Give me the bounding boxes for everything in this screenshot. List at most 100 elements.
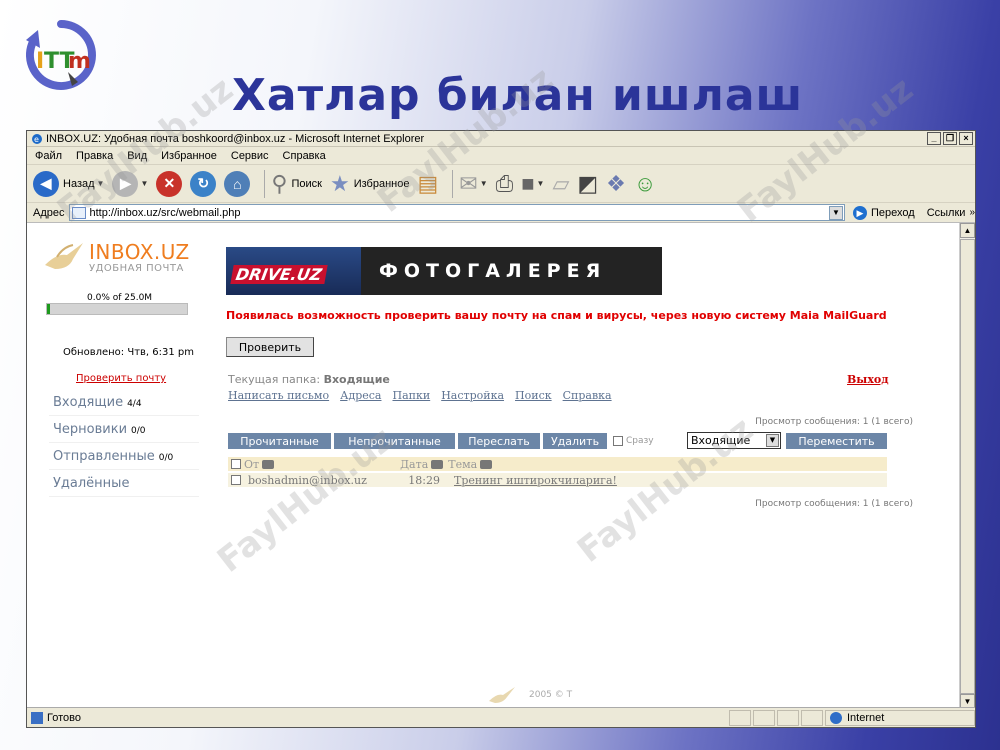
sort-icon[interactable]	[262, 459, 275, 469]
menu-help[interactable]: Справка	[283, 150, 326, 162]
select-dropdown-icon[interactable]: ▼	[766, 434, 779, 447]
close-button[interactable]: ×	[959, 132, 973, 145]
folder-drafts[interactable]: Черновики 0/0	[49, 416, 199, 443]
mark-unread-button[interactable]: Непрочитанные	[334, 433, 455, 449]
column-subject[interactable]: Тема	[448, 458, 477, 471]
menu-edit[interactable]: Правка	[76, 150, 113, 162]
edit-icon[interactable]: ■ ▼	[521, 172, 544, 195]
favorites-button[interactable]: ★ Избранное	[329, 170, 410, 196]
nav-settings[interactable]: Настройка	[441, 389, 504, 402]
research-icon[interactable]: ◩	[577, 172, 598, 195]
quota-bar	[46, 303, 188, 315]
folder-inbox[interactable]: Входящие 4/4	[49, 389, 199, 416]
instant-label: Сразу	[626, 436, 654, 446]
favorites-label: Избранное	[353, 177, 410, 190]
folder-list: Входящие 4/4 Черновики 0/0 Отправленные 0/0…	[49, 389, 199, 497]
last-updated: Обновлено: Чтв, 6:31 pm	[63, 347, 194, 358]
forward-dropdown-icon[interactable]: ▼	[140, 179, 148, 188]
message-subject[interactable]: Тренинг иштирокчиларига!	[454, 474, 617, 487]
logo-tagline: УДОБНАЯ ПОЧТА	[89, 262, 184, 274]
svg-text:I: I	[36, 49, 44, 74]
search-icon: ⚲	[271, 170, 288, 196]
search-label: Поиск	[291, 177, 322, 190]
status-text: Готово	[47, 711, 81, 724]
banner-brand: DRIVE.UZ	[230, 265, 328, 284]
minimize-button[interactable]: _	[927, 132, 941, 145]
search-button[interactable]: ⚲ Поиск	[271, 170, 322, 196]
address-dropdown-icon[interactable]: ▼	[829, 205, 843, 220]
vertical-scrollbar[interactable]: ▲ ▼	[959, 223, 975, 709]
star-icon: ★	[329, 170, 350, 196]
stop-icon[interactable]: ✕	[156, 170, 183, 197]
column-from[interactable]: От	[244, 458, 259, 471]
message-date: 18:29	[408, 473, 440, 487]
nav-search[interactable]: Поиск	[515, 389, 552, 402]
mail-icon[interactable]: ✉ ▼	[459, 172, 487, 195]
ie-icon: e	[32, 133, 42, 144]
nav-compose[interactable]: Написать письмо	[228, 389, 329, 402]
select-all-checkbox[interactable]	[231, 459, 241, 469]
current-folder: Текущая папка: Входящие	[228, 373, 390, 386]
check-button[interactable]: Проверить	[226, 337, 314, 357]
scroll-up-icon[interactable]: ▲	[960, 223, 975, 238]
scroll-thumb[interactable]	[960, 239, 975, 694]
sort-icon[interactable]	[480, 459, 493, 469]
page-status-icon	[31, 711, 43, 724]
banner-car-image: DRIVE.UZ	[226, 247, 361, 295]
spam-notice: Появилась возможность проверить вашу поч…	[226, 309, 887, 322]
folder-count: 4/4	[127, 399, 142, 409]
slide-title: Хатлар билан ишлаш	[232, 70, 804, 121]
refresh-icon[interactable]: ↻	[190, 170, 217, 197]
folder-trash[interactable]: Удалённые	[49, 470, 199, 497]
menu-favorites[interactable]: Избранное	[161, 150, 217, 162]
address-bar: Адрес http://inbox.uz/src/webmail.php ▼ …	[27, 203, 975, 223]
address-url[interactable]: http://inbox.uz/src/webmail.php	[90, 207, 830, 219]
current-folder-label: Текущая папка:	[228, 373, 321, 386]
nav-help[interactable]: Справка	[563, 389, 612, 402]
print-icon[interactable]: ⎙	[496, 172, 514, 195]
instant-checkbox[interactable]	[613, 436, 623, 446]
history-icon[interactable]: ▤	[417, 172, 438, 195]
folder-name: Отправленные	[53, 449, 155, 464]
menu-tools[interactable]: Сервис	[231, 150, 269, 162]
inbox-logo[interactable]: INBOX.UZ УДОБНАЯ ПОЧТА	[43, 237, 211, 277]
nav-folders[interactable]: Папки	[392, 389, 430, 402]
messenger-icon[interactable]: ❖	[606, 172, 626, 195]
toolbar-separator	[452, 169, 454, 198]
discuss-icon[interactable]: ▱	[552, 172, 569, 195]
instant-option[interactable]: Сразу	[613, 436, 654, 446]
check-mail-link[interactable]: Проверить почту	[76, 373, 166, 384]
home-icon[interactable]: ⌂	[224, 170, 251, 197]
message-row[interactable]: boshadmin@inbox.uz 18:29 Тренинг иштирок…	[228, 473, 887, 487]
menu-bar: Файл Правка Вид Избранное Сервис Справка	[27, 147, 975, 165]
links-chevron-icon[interactable]: »	[969, 207, 975, 218]
move-target-select[interactable]: Входящие ▼	[687, 432, 781, 449]
back-button[interactable]: ◀ Назад ▼	[33, 170, 105, 197]
folder-name: Черновики	[53, 422, 128, 437]
column-date[interactable]: Дата	[400, 458, 428, 471]
security-zone: Internet	[825, 709, 975, 726]
sort-icon[interactable]	[431, 459, 444, 469]
back-label: Назад	[63, 177, 95, 190]
menu-view[interactable]: Вид	[127, 150, 147, 162]
restore-button[interactable]: ❐	[943, 132, 957, 145]
mark-read-button[interactable]: Прочитанные	[228, 433, 331, 449]
back-dropdown-icon[interactable]: ▼	[97, 179, 105, 188]
delete-button[interactable]: Удалить	[543, 433, 607, 449]
photogallery-banner[interactable]: DRIVE.UZ ФОТОГАЛЕРЕЯ	[226, 247, 662, 295]
people-icon[interactable]: ☺	[634, 172, 656, 195]
go-button[interactable]: ▶ Переход	[853, 205, 915, 220]
links-button[interactable]: Ссылки	[927, 207, 966, 219]
message-checkbox[interactable]	[231, 475, 241, 485]
folder-sent[interactable]: Отправленные 0/0	[49, 443, 199, 470]
forward-button[interactable]: ▶ ▼	[112, 170, 148, 197]
page-viewport: INBOX.UZ УДОБНАЯ ПОЧТА 0.0% of 25.0M Обн…	[27, 223, 961, 709]
move-button[interactable]: Переместить	[786, 433, 887, 449]
forward-mail-button[interactable]: Переслать	[458, 433, 540, 449]
address-input[interactable]: http://inbox.uz/src/webmail.php ▼	[68, 204, 845, 221]
address-label: Адрес	[33, 206, 65, 219]
folder-count: 0/0	[131, 426, 146, 436]
nav-addresses[interactable]: Адреса	[340, 389, 381, 402]
menu-file[interactable]: Файл	[35, 150, 62, 162]
logout-link[interactable]: Выход	[847, 373, 889, 386]
